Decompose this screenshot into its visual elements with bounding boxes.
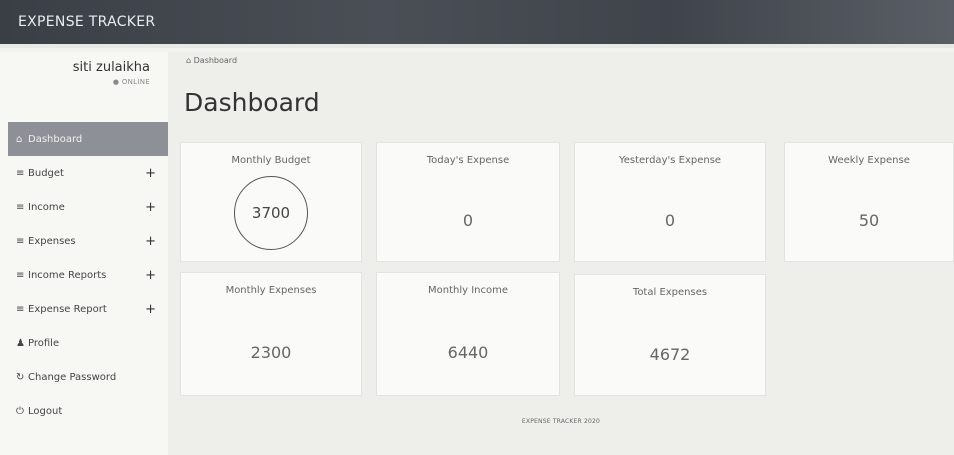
sidebar-item-dashboard[interactable]: ⌂ Dashboard [8,122,168,156]
home-icon: ⌂ [16,133,23,145]
expand-plus-icon[interactable]: + [145,234,156,249]
user-icon: ♟ [16,337,25,349]
footer-text: EXPENSE TRACKER 2020 [521,418,601,425]
home-icon[interactable]: ⌂ [186,56,191,65]
sidebar-item-label: Logout [28,405,63,417]
sidebar-item-label: Income [28,201,65,213]
list-icon: ≡ [16,303,25,315]
card-title: Total Expenses [632,287,708,298]
sidebar-item-income-reports[interactable]: ≡ Income Reports + [8,258,168,292]
sidebar-item-label: Income Reports [28,269,107,281]
sidebar-item-logout[interactable]: ⏻ Logout [8,394,168,428]
expand-plus-icon[interactable]: + [145,166,156,181]
sidebar-item-profile[interactable]: ♟ Profile [8,326,168,360]
user-name: siti zulaikha [72,60,150,75]
budget-circle: 3700 [234,176,308,250]
card-title: Monthly Income [427,285,508,296]
sidebar-item-expense-report[interactable]: ≡ Expense Report + [8,292,168,326]
card-value: 2300 [250,343,292,362]
card-value: 3700 [251,204,291,222]
card-value: 6440 [447,343,489,362]
card-total-expenses: Total Expenses 4672 [574,274,766,396]
card-monthly-expenses: Monthly Expenses 2300 [180,272,362,396]
breadcrumb-current: Dashboard [193,56,238,65]
card-value: 0 [664,211,676,230]
sidebar-item-change-password[interactable]: ↻ Change Password [8,360,168,394]
card-title: Today's Expense [426,155,510,166]
card-value: 4672 [649,345,691,364]
card-title: Weekly Expense [828,155,910,166]
user-status: ● ONLINE [0,78,150,86]
card-title: Monthly Budget [231,155,311,166]
sidebar-item-income[interactable]: ≡ Income + [8,190,168,224]
card-title: Monthly Expenses [225,285,317,296]
card-weekly-expense: Weekly Expense 50 [784,142,954,262]
list-icon: ≡ [16,269,25,281]
sidebar-item-label: Dashboard [28,133,83,145]
card-todays-expense: Today's Expense 0 [376,142,560,262]
user-panel: siti zulaikha ● ONLINE [0,52,168,122]
card-value: 0 [462,211,474,230]
sidebar-item-label: Expenses [28,235,76,247]
sidebar-item-label: Budget [28,167,64,179]
sidebar-item-label: Expense Report [28,303,107,315]
list-icon: ≡ [16,235,25,247]
top-navbar: EXPENSE TRACKER [0,0,954,48]
power-icon: ⏻ [16,405,24,417]
online-dot-icon: ● [112,78,120,86]
card-title: Yesterday's Expense [618,155,722,166]
card-monthly-income: Monthly Income 6440 [376,272,560,396]
sidebar-item-budget[interactable]: ≡ Budget + [8,156,168,190]
sidebar-item-label: Change Password [28,371,117,383]
expand-plus-icon[interactable]: + [145,302,156,317]
sidebar-item-expenses[interactable]: ≡ Expenses + [8,224,168,258]
main-content: ⌂ Dashboard Dashboard Monthly Budget 370… [168,52,954,455]
card-value: 50 [858,211,880,230]
expand-plus-icon[interactable]: + [145,268,156,283]
sidebar: siti zulaikha ● ONLINE ⌂ Dashboard ≡ Bud… [0,52,168,455]
card-yesterdays-expense: Yesterday's Expense 0 [574,142,766,262]
refresh-icon: ↻ [16,371,25,383]
breadcrumb: ⌂ Dashboard [186,56,237,65]
list-icon: ≡ [16,201,25,213]
list-icon: ≡ [16,167,25,179]
user-status-label: ONLINE [121,78,150,86]
sidebar-menu: ⌂ Dashboard ≡ Budget + ≡ Income + ≡ Expe… [8,122,168,428]
expand-plus-icon[interactable]: + [145,200,156,215]
sidebar-item-label: Profile [28,337,60,349]
brand-title[interactable]: EXPENSE TRACKER [18,14,155,30]
card-monthly-budget: Monthly Budget 3700 [180,142,362,262]
page-title: Dashboard [184,88,320,117]
